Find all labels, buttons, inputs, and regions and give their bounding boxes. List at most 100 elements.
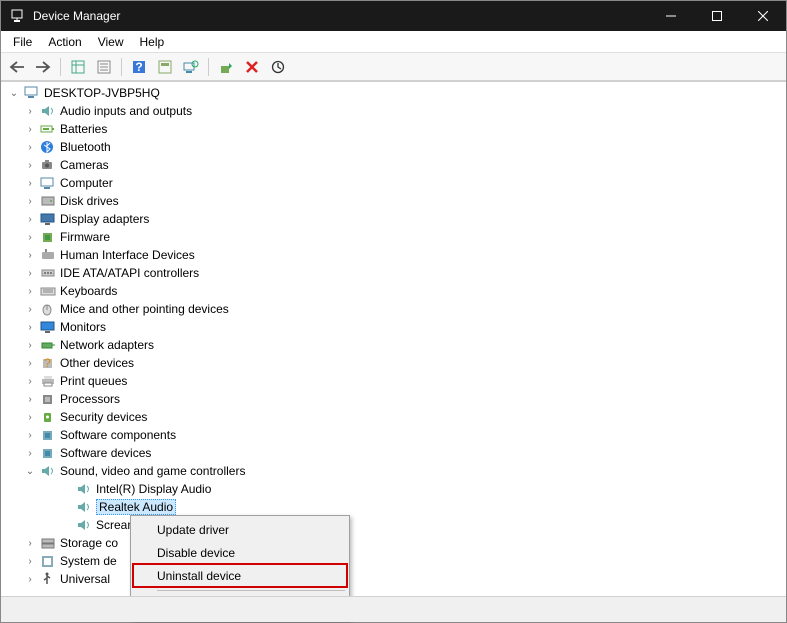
tree-node[interactable]: ›Batteries xyxy=(1,120,786,138)
tree-node[interactable]: ⌄ Sound, video and game controllers xyxy=(1,462,786,480)
chevron-right-icon[interactable]: › xyxy=(23,140,37,154)
tree-node[interactable]: › Print queues xyxy=(1,372,786,390)
chevron-right-icon[interactable]: › xyxy=(23,176,37,190)
chevron-right-icon[interactable]: › xyxy=(23,302,37,316)
tree-node[interactable]: Realtek Audio xyxy=(1,498,786,516)
menu-action[interactable]: Action xyxy=(40,33,89,51)
tree-node[interactable]: ›System de xyxy=(1,552,786,570)
tree-node[interactable]: ›Network adapters xyxy=(1,336,786,354)
chevron-right-icon[interactable]: › xyxy=(23,338,37,352)
tree-node[interactable]: ›?Other devices xyxy=(1,354,786,372)
chevron-right-icon[interactable] xyxy=(59,518,73,532)
context-menu-item[interactable]: Uninstall device xyxy=(133,564,347,587)
tree-node[interactable]: ›Software devices xyxy=(1,444,786,462)
tree-node[interactable]: ›Security devices xyxy=(1,408,786,426)
chevron-right-icon[interactable]: › xyxy=(23,554,37,568)
action-button[interactable] xyxy=(153,56,177,78)
maximize-button[interactable] xyxy=(694,1,740,31)
disable-button[interactable] xyxy=(266,56,290,78)
chevron-right-icon[interactable]: › xyxy=(23,356,37,370)
tree-node-label: Universal xyxy=(60,572,110,586)
chevron-right-icon[interactable] xyxy=(59,482,73,496)
tree-node[interactable]: ›Mice and other pointing devices xyxy=(1,300,786,318)
chevron-right-icon[interactable]: › xyxy=(23,122,37,136)
help-button[interactable]: ? xyxy=(127,56,151,78)
tree-node[interactable]: › Storage co xyxy=(1,534,786,552)
tree-node[interactable]: › Computer xyxy=(1,174,786,192)
chevron-right-icon[interactable]: › xyxy=(23,320,37,334)
tree-node[interactable]: ›Human Interface Devices xyxy=(1,246,786,264)
scan-hardware-button[interactable] xyxy=(179,56,203,78)
context-menu-item[interactable]: Disable device xyxy=(133,541,347,564)
close-button[interactable] xyxy=(740,1,786,31)
system-icon xyxy=(39,553,57,569)
tree-root[interactable]: ⌄ DESKTOP-JVBP5HQ xyxy=(1,84,786,102)
forward-button[interactable] xyxy=(31,56,55,78)
tree-node[interactable]: ›Keyboards xyxy=(1,282,786,300)
speaker-icon xyxy=(39,463,57,479)
minimize-button[interactable] xyxy=(648,1,694,31)
tree-node[interactable]: ›Audio inputs and outputs xyxy=(1,102,786,120)
hid-icon xyxy=(39,247,57,263)
tree-node[interactable]: ›Monitors xyxy=(1,318,786,336)
chevron-right-icon[interactable]: › xyxy=(23,536,37,550)
chevron-right-icon[interactable]: › xyxy=(23,410,37,424)
show-hidden-button[interactable] xyxy=(66,56,90,78)
tree-node[interactable]: › IDE ATA/ATAPI controllers xyxy=(1,264,786,282)
svg-text:?: ? xyxy=(44,356,51,370)
tree-node-label: Display adapters xyxy=(60,212,149,226)
device-tree[interactable]: ⌄ DESKTOP-JVBP5HQ ›Audio inputs and outp… xyxy=(1,81,786,595)
printer-icon xyxy=(39,373,57,389)
tree-node[interactable]: › Software components xyxy=(1,426,786,444)
tree-node[interactable]: ›Cameras xyxy=(1,156,786,174)
chevron-right-icon[interactable]: › xyxy=(23,194,37,208)
tree-node[interactable]: Scream xyxy=(1,516,786,534)
chevron-right-icon[interactable]: › xyxy=(23,230,37,244)
tree-node[interactable]: ›Bluetooth xyxy=(1,138,786,156)
chevron-right-icon[interactable]: › xyxy=(23,248,37,262)
usb-icon xyxy=(39,571,57,587)
statusbar xyxy=(1,596,786,622)
chevron-right-icon[interactable]: › xyxy=(23,158,37,172)
properties-button[interactable] xyxy=(92,56,116,78)
tree-node-label: Sound, video and game controllers xyxy=(60,464,245,478)
tree-node-label: Print queues xyxy=(60,374,127,388)
menu-file[interactable]: File xyxy=(5,33,40,51)
chevron-right-icon[interactable]: › xyxy=(23,572,37,586)
chevron-down-icon[interactable]: ⌄ xyxy=(23,464,37,478)
menu-help[interactable]: Help xyxy=(132,33,173,51)
tree-node-label: IDE ATA/ATAPI controllers xyxy=(60,266,199,280)
uninstall-button[interactable] xyxy=(240,56,264,78)
context-menu-item[interactable]: Update driver xyxy=(133,518,347,541)
tree-node-label: Software components xyxy=(60,428,176,442)
update-driver-button[interactable] xyxy=(214,56,238,78)
chevron-right-icon[interactable]: › xyxy=(23,212,37,226)
chevron-right-icon[interactable]: › xyxy=(23,266,37,280)
tree-node-label: Firmware xyxy=(60,230,110,244)
tree-node-label: Realtek Audio xyxy=(96,499,176,515)
tree-node[interactable]: › Universal xyxy=(1,570,786,588)
tree-node[interactable]: ›Processors xyxy=(1,390,786,408)
chevron-right-icon[interactable]: › xyxy=(23,374,37,388)
camera-icon xyxy=(39,157,57,173)
tree-node[interactable]: › Display adapters xyxy=(1,210,786,228)
tree-node[interactable]: ›Disk drives xyxy=(1,192,786,210)
tree-node-label: Computer xyxy=(60,176,113,190)
chevron-right-icon[interactable] xyxy=(59,500,73,514)
ide-icon xyxy=(39,265,57,281)
tree-node[interactable]: Intel(R) Display Audio xyxy=(1,480,786,498)
bluetooth-icon xyxy=(39,139,57,155)
tree-node-label: Storage co xyxy=(60,536,118,550)
chevron-down-icon[interactable]: ⌄ xyxy=(7,86,21,100)
menu-view[interactable]: View xyxy=(90,33,132,51)
chevron-right-icon[interactable]: › xyxy=(23,446,37,460)
chevron-right-icon[interactable]: › xyxy=(23,392,37,406)
tree-node[interactable]: › Firmware xyxy=(1,228,786,246)
chevron-right-icon[interactable]: › xyxy=(23,428,37,442)
security-icon xyxy=(39,409,57,425)
back-button[interactable] xyxy=(5,56,29,78)
chevron-right-icon[interactable]: › xyxy=(23,104,37,118)
monitor-icon xyxy=(39,319,57,335)
chevron-right-icon[interactable]: › xyxy=(23,284,37,298)
toolbar-separator xyxy=(60,58,61,76)
